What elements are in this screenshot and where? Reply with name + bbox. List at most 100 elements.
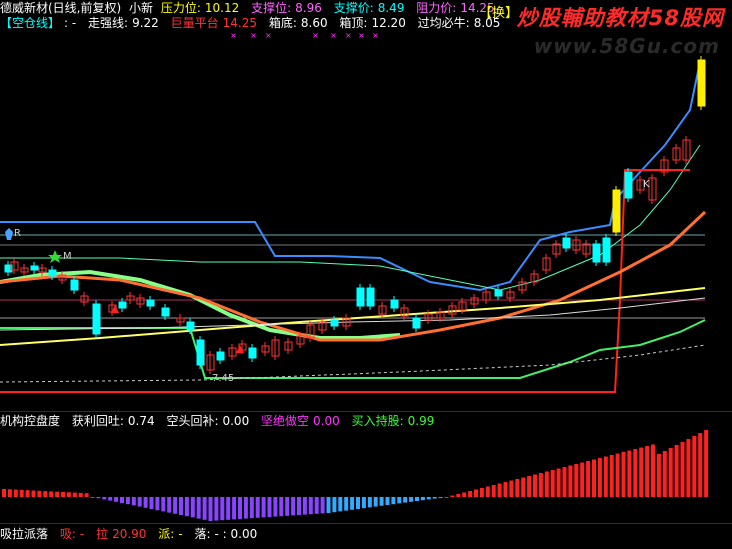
histogram-bar	[633, 449, 638, 497]
histogram-bar	[479, 488, 484, 497]
histogram-bar	[238, 497, 242, 519]
candle-body	[412, 317, 421, 329]
histogram-bar	[361, 497, 366, 509]
histogram-bar	[521, 477, 526, 497]
x-marker: ×	[358, 31, 365, 40]
empty-position-tab[interactable]: 【空仓线】: -	[0, 16, 80, 30]
histogram-bar	[656, 454, 661, 497]
histogram-bar	[533, 474, 537, 497]
histogram-bar	[314, 497, 319, 514]
candle-body	[48, 269, 57, 277]
histogram-bar	[96, 497, 101, 499]
histogram-bar	[2, 489, 6, 497]
histogram-bar	[485, 486, 490, 497]
histogram-bar	[255, 497, 260, 518]
histogram-bar	[468, 491, 473, 497]
histogram-bar	[692, 436, 697, 497]
candle-body	[356, 287, 365, 307]
m-marker-label: M	[63, 251, 72, 262]
histogram-bar	[680, 442, 685, 497]
histogram-bar	[155, 497, 160, 511]
indicator-row: 【空仓线】: - 走强线: 9.22 巨量平台 14.25 箱底: 8.60 箱顶: 1…	[0, 16, 508, 30]
histogram-bar	[49, 491, 54, 497]
histogram-bar	[603, 456, 608, 497]
histogram-bar	[78, 492, 83, 497]
row2-item-3: 箱顶: 12.20	[339, 16, 406, 30]
histogram-bar	[167, 497, 172, 513]
panel3-legend: 吸拉派落 吸: - 拉 20.90 派: - 落: - : 0.00	[0, 527, 265, 541]
row2-item-2: 箱底: 8.60	[268, 16, 328, 30]
histogram-bar	[497, 483, 502, 497]
candle-body	[612, 189, 621, 233]
histogram-bar	[515, 479, 520, 497]
candle-body	[30, 265, 39, 271]
histogram-bar	[190, 497, 195, 518]
histogram-bar	[302, 497, 307, 515]
panel2-item-0: 机构控盘度	[0, 414, 61, 428]
histogram-bar	[674, 445, 679, 497]
histogram-bar	[444, 497, 449, 498]
histogram-bar	[297, 497, 301, 515]
histogram-bar	[31, 490, 36, 497]
histogram-bar	[90, 497, 95, 498]
histogram-bar	[615, 453, 620, 497]
histogram-bar	[137, 497, 142, 507]
trend-line	[0, 144, 701, 291]
histogram-bar	[66, 492, 71, 497]
histogram-bar	[196, 497, 201, 519]
histogram-bar	[562, 467, 567, 497]
panel3-item-2: 拉 20.90	[96, 527, 147, 541]
histogram-bar	[627, 450, 632, 497]
histogram-bar	[120, 497, 124, 503]
chart-subtitle: 小新	[129, 1, 154, 15]
watermark-url: www.58Gu.com	[533, 34, 720, 58]
histogram-bar	[544, 471, 549, 497]
candle-body	[592, 243, 601, 263]
candle-body	[697, 59, 706, 107]
histogram-bar	[84, 493, 89, 497]
panel2-item-2: 空头回补: 0.00	[166, 414, 250, 428]
header-item-2: 支撑价: 8.49	[333, 1, 405, 15]
histogram-bar	[592, 459, 596, 497]
histogram-bar	[550, 470, 555, 497]
candle-body	[186, 321, 195, 331]
histogram-bar	[61, 492, 65, 497]
candle-body	[92, 303, 101, 335]
panel3-item-1: 吸: -	[59, 527, 85, 541]
candle-body	[494, 289, 503, 297]
histogram-bar	[574, 464, 579, 497]
stock-chart-canvas[interactable]: R M K 7.45 × × × × × × × ×	[0, 0, 732, 549]
candle-body	[146, 299, 155, 307]
histogram-bar	[226, 497, 231, 520]
histogram-bar	[143, 497, 148, 508]
histogram-bar	[332, 497, 337, 513]
histogram-bar	[179, 497, 183, 515]
histogram-bar	[37, 490, 42, 497]
r-marker-icon	[5, 228, 13, 240]
candle-body	[118, 301, 127, 309]
histogram-bar	[668, 448, 673, 497]
histogram-bar	[597, 458, 602, 497]
row2-item-1: 巨量平台 14.25	[170, 16, 257, 30]
histogram-bar	[556, 468, 561, 497]
histogram-bar	[261, 497, 266, 518]
histogram-bar	[338, 497, 343, 512]
candle-body	[216, 351, 225, 361]
histogram-bar	[232, 497, 237, 520]
panel-divider-2	[0, 523, 732, 524]
histogram-bar	[491, 485, 496, 497]
x-marker: ×	[265, 31, 272, 40]
x-marker: ×	[345, 31, 352, 40]
histogram-bar	[645, 446, 650, 497]
histogram-bar	[202, 497, 207, 520]
histogram-bar	[503, 482, 508, 497]
histogram-bar	[320, 497, 325, 514]
histogram-bar	[249, 497, 254, 519]
histogram-bar	[662, 451, 667, 497]
histogram-bar	[279, 497, 284, 517]
x-marker: ×	[330, 31, 337, 40]
x-marker: ×	[250, 31, 257, 40]
histogram-bar	[509, 480, 514, 497]
histogram-bar	[7, 489, 12, 497]
panel-divider-1	[0, 411, 732, 412]
